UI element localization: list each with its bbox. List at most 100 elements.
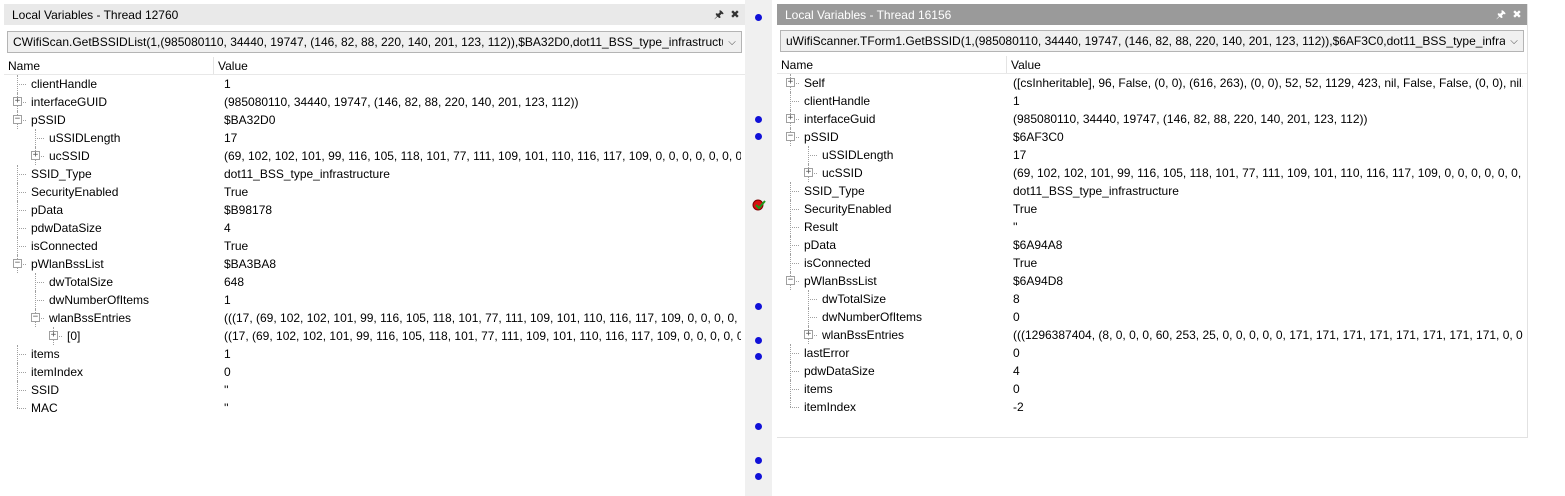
column-header-name[interactable]: Name	[777, 56, 1006, 73]
variable-row[interactable]: + interfaceGUID (985080110, 34440, 19747, …	[4, 93, 745, 111]
column-header-value[interactable]: Value	[213, 57, 743, 74]
tree-connector	[790, 191, 799, 192]
variable-name: SSID_Type	[31, 167, 92, 181]
variable-row[interactable]: + Self ([csInheritable], 96, False, (0, 0)…	[777, 74, 1527, 92]
variable-value: ''	[224, 383, 229, 397]
variable-row[interactable]: clientHandle 1	[777, 92, 1527, 110]
breakpoint-icon[interactable]	[755, 457, 762, 464]
breakpoint-icon[interactable]	[755, 303, 762, 310]
expand-icon[interactable]: +	[804, 330, 813, 339]
close-icon[interactable]: ✖	[1511, 9, 1523, 21]
variable-row[interactable]: Result ''	[777, 218, 1527, 236]
variable-row[interactable]: dwTotalSize 648	[4, 273, 745, 291]
variable-row[interactable]: + ucSSID (69, 102, 102, 101, 99, 116, 105,…	[4, 147, 745, 165]
pin-icon[interactable]: 🖈︎	[1495, 9, 1507, 21]
panel-title-bar[interactable]: Local Variables - Thread 16156 🖈︎ ✖	[777, 4, 1527, 25]
variable-row[interactable]: dwTotalSize 8	[777, 290, 1527, 308]
variable-row[interactable]: MAC ''	[4, 399, 745, 417]
pin-icon[interactable]: 🖈︎	[713, 9, 725, 21]
expand-icon[interactable]: +	[13, 97, 22, 106]
tree-connector	[17, 84, 26, 85]
breakpoint-icon[interactable]	[755, 423, 762, 430]
close-icon[interactable]: ✖	[729, 9, 741, 21]
variable-row[interactable]: SSID ''	[4, 381, 745, 399]
variable-row[interactable]: isConnected True	[4, 237, 745, 255]
variable-row[interactable]: + interfaceGuid (985080110, 34440, 19747, …	[777, 110, 1527, 128]
variable-row[interactable]: dwNumberOfItems 0	[777, 308, 1527, 326]
column-header-name[interactable]: Name	[4, 57, 213, 74]
variable-value: 17	[1013, 148, 1027, 162]
variable-value: $6A94D8	[1013, 274, 1064, 288]
variable-name: uSSIDLength	[49, 131, 121, 145]
variable-row[interactable]: SSID_Type dot11_BSS_type_infrastructure	[4, 165, 745, 183]
variable-value: 1	[224, 347, 231, 361]
variable-row[interactable]: − pSSID $6AF3C0	[777, 128, 1527, 146]
breakpoint-icon[interactable]	[755, 473, 762, 480]
collapse-icon[interactable]: −	[786, 132, 795, 141]
variable-row[interactable]: + wlanBssEntries (((1296387404, (8, 0, 0, …	[777, 326, 1527, 344]
variable-name: itemIndex	[804, 400, 857, 414]
variable-row[interactable]: isConnected True	[777, 254, 1527, 272]
variable-row[interactable]: dwNumberOfItems 1	[4, 291, 745, 309]
variable-row[interactable]: pdwDataSize 4	[4, 219, 745, 237]
variable-row[interactable]: itemIndex -2	[777, 398, 1527, 416]
variable-row[interactable]: pData $6A94A8	[777, 236, 1527, 254]
variable-name: pSSID	[804, 130, 839, 144]
tree-connector	[808, 155, 817, 156]
tree-connector	[17, 354, 26, 355]
variable-row[interactable]: − pWlanBssList $6A94D8	[777, 272, 1527, 290]
variable-row[interactable]: SecurityEnabled True	[777, 200, 1527, 218]
variable-name: pWlanBssList	[804, 274, 877, 288]
variable-value: 1	[224, 77, 231, 91]
expand-icon[interactable]: +	[786, 114, 795, 123]
collapse-icon[interactable]: −	[13, 115, 22, 124]
collapse-icon[interactable]: −	[786, 276, 795, 285]
tree-guide	[790, 398, 791, 407]
variable-name: pData	[804, 238, 837, 252]
variable-row[interactable]: − wlanBssEntries (((17, (69, 102, 102, 101…	[4, 309, 745, 327]
variable-row[interactable]: itemIndex 0	[4, 363, 745, 381]
stack-frame-dropdown[interactable]: CWifiScan.GetBSSIDList(1,(985080110, 344…	[7, 31, 742, 53]
breakpoint-icon[interactable]	[755, 14, 762, 21]
variable-value: 1	[1013, 94, 1020, 108]
breakpoint-icon[interactable]	[755, 337, 762, 344]
variable-row[interactable]: + ucSSID (69, 102, 102, 101, 99, 116, 105,…	[777, 164, 1527, 182]
panel-title: Local Variables - Thread 16156	[785, 7, 952, 22]
variable-row[interactable]: − pSSID $BA32D0	[4, 111, 745, 129]
variable-value: ((17, (69, 102, 102, 101, 99, 116, 105, …	[224, 329, 741, 343]
collapse-icon[interactable]: −	[31, 313, 40, 322]
panel-title-bar[interactable]: Local Variables - Thread 12760 🖈︎ ✖	[4, 4, 745, 25]
breakpoint-check-icon[interactable]	[752, 198, 766, 211]
variable-row[interactable]: uSSIDLength 17	[4, 129, 745, 147]
tree-connector	[17, 174, 26, 175]
variable-row[interactable]: SSID_Type dot11_BSS_type_infrastructure	[777, 182, 1527, 200]
expand-icon[interactable]: +	[49, 331, 58, 340]
stack-frame-dropdown[interactable]: uWifiScanner.TForm1.GetBSSID(1,(98508011…	[780, 30, 1524, 52]
tree-guide	[790, 254, 791, 272]
variable-row[interactable]: items 0	[777, 380, 1527, 398]
variable-row[interactable]: SecurityEnabled True	[4, 183, 745, 201]
variable-value: dot11_BSS_type_infrastructure	[224, 167, 390, 181]
expand-icon[interactable]: +	[786, 78, 795, 87]
variable-row[interactable]: lastError 0	[777, 344, 1527, 362]
expand-icon[interactable]: +	[804, 168, 813, 177]
breakpoint-icon[interactable]	[755, 133, 762, 140]
chevron-down-icon[interactable]: ⌵	[1505, 31, 1523, 51]
variable-row[interactable]: items 1	[4, 345, 745, 363]
breakpoint-icon[interactable]	[755, 353, 762, 360]
chevron-down-icon[interactable]: ⌵	[723, 32, 741, 52]
variable-row[interactable]: clientHandle 1	[4, 75, 745, 93]
variable-value: ([csInheritable], 96, False, (0, 0), (61…	[1013, 76, 1523, 90]
variable-row[interactable]: pdwDataSize 4	[777, 362, 1527, 380]
collapse-icon[interactable]: −	[13, 259, 22, 268]
variable-name: isConnected	[31, 239, 98, 253]
variable-row[interactable]: uSSIDLength 17	[777, 146, 1527, 164]
breakpoint-icon[interactable]	[755, 116, 762, 123]
variable-row[interactable]: pData $B98178	[4, 201, 745, 219]
variable-row[interactable]: + [0] ((17, (69, 102, 102, 101, 99, 116, 1…	[4, 327, 745, 345]
variable-row[interactable]: − pWlanBssList $BA3BA8	[4, 255, 745, 273]
expand-icon[interactable]: +	[31, 151, 40, 160]
column-header-value[interactable]: Value	[1006, 56, 1526, 73]
tree-guide	[790, 200, 791, 218]
tree-connector	[790, 209, 799, 210]
